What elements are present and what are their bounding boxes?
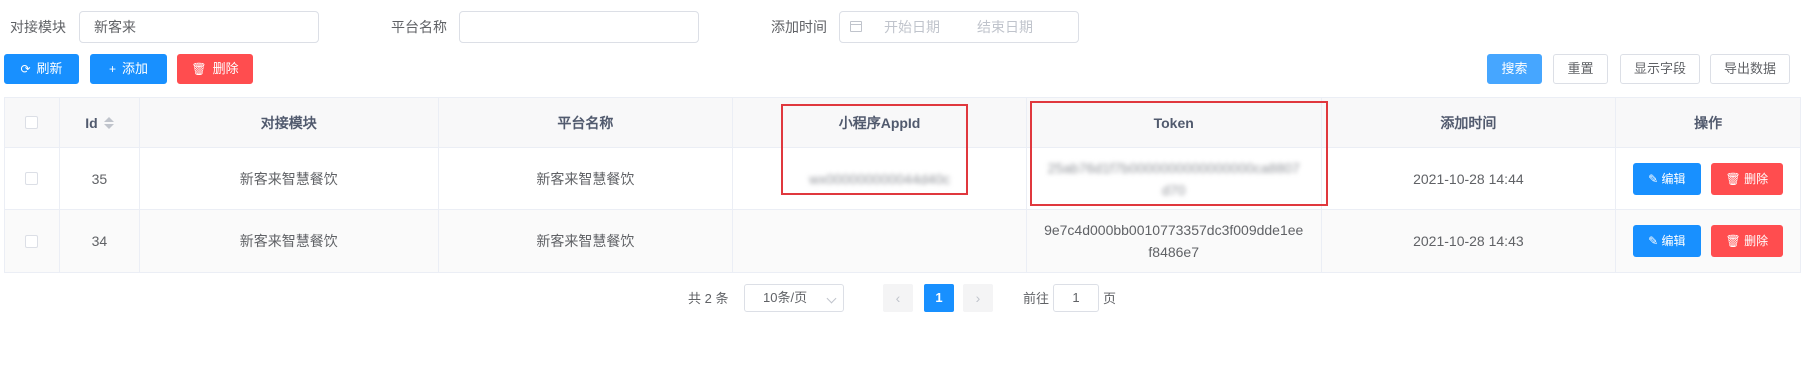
cell-id: 34 — [60, 210, 140, 272]
trash-icon: 🗑 — [1725, 234, 1745, 248]
chevron-down-icon — [826, 293, 837, 304]
export-button[interactable]: 导出数据 — [1710, 54, 1790, 84]
token-value: 9e7c4d000bb0010773357dc3f009dde1eef8486e… — [1044, 222, 1304, 260]
reset-button[interactable]: 重置 — [1553, 54, 1608, 84]
toolbar: ⟳ 刷新 + 添加 🗑 删除 搜索 重置 显示字段 导出数据 — [0, 54, 1813, 86]
delete-button[interactable]: 🗑 删除 — [177, 54, 253, 84]
edit-label: 编辑 — [1661, 234, 1686, 248]
cell-actions: ✎ 编辑 🗑 删除 — [1616, 210, 1800, 272]
refresh-label: 刷新 — [36, 61, 63, 76]
next-page-button[interactable]: › — [963, 284, 993, 312]
cell-time: 2021-10-28 14:44 — [1322, 148, 1617, 209]
header-appid: 小程序AppId — [733, 98, 1027, 147]
row-select-cell[interactable] — [5, 210, 60, 272]
cell-token: 25ab76d1f7b0000000000000000ca8807d70 — [1027, 148, 1322, 209]
row-select-cell[interactable] — [5, 148, 60, 209]
row-checkbox[interactable] — [25, 172, 39, 185]
trash-icon: 🗑 — [1725, 171, 1745, 186]
delete-label: 删除 — [212, 61, 239, 76]
header-select-all[interactable] — [5, 98, 60, 147]
cell-token: 9e7c4d000bb0010773357dc3f009dde1eef8486e… — [1027, 210, 1322, 272]
header-module: 对接模块 — [140, 98, 439, 147]
row-delete-button[interactable]: 🗑 删除 — [1710, 225, 1784, 257]
page-size-select[interactable]: 10条/页 — [744, 284, 844, 312]
edit-button[interactable]: ✎ 编辑 — [1633, 225, 1701, 257]
module-input[interactable]: 新客来 — [79, 11, 319, 43]
cell-appid: wx000000000044d40c — [733, 148, 1027, 209]
cell-time: 2021-10-28 14:43 — [1322, 210, 1617, 272]
page-unit-label: 页 — [1103, 291, 1117, 306]
cell-appid — [733, 210, 1027, 272]
plus-icon: + — [108, 62, 116, 76]
chevron-right-icon: › — [975, 290, 981, 306]
header-time: 添加时间 — [1322, 98, 1617, 147]
goto-page-input[interactable]: 1 — [1053, 284, 1099, 312]
edit-label: 编辑 — [1661, 171, 1686, 186]
row-delete-label: 删除 — [1744, 171, 1769, 186]
header-actions: 操作 — [1694, 114, 1723, 131]
header-token: Token — [1027, 98, 1322, 147]
sort-caret-icon[interactable] — [103, 116, 114, 129]
platform-label: 平台名称 — [391, 19, 447, 35]
module-label: 对接模块 — [10, 19, 66, 35]
table-row: 35 新客来智慧餐饮 新客来智慧餐饮 wx000000000044d40c 25… — [5, 148, 1800, 210]
row-delete-label: 删除 — [1744, 234, 1769, 248]
add-label: 添加 — [122, 61, 149, 76]
time-label: 添加时间 — [771, 19, 827, 35]
header-id-label: Id — [85, 114, 98, 131]
cell-id: 35 — [60, 148, 140, 209]
pencil-icon: ✎ — [1648, 171, 1662, 186]
pagination-total: 共 2 条 — [688, 291, 729, 306]
token-value: 25ab76d1f7b0000000000000000ca8807d70 — [1047, 159, 1300, 198]
cell-platform: 新客来智慧餐饮 — [439, 148, 734, 209]
page-size-value: 10条/页 — [763, 290, 808, 305]
table-header: Id 对接模块 平台名称 小程序AppId Token 添加时间 操作 — [5, 98, 1800, 148]
search-button[interactable]: 搜索 — [1487, 54, 1542, 84]
cell-actions: ✎ 编辑 🗑 删除 — [1616, 148, 1800, 209]
table-row: 34 新客来智慧餐饮 新客来智慧餐饮 9e7c4d000bb0010773357… — [5, 210, 1800, 272]
start-date-input[interactable]: 开始日期 — [884, 12, 940, 42]
page-1-button[interactable]: 1 — [924, 284, 954, 312]
pagination: 共 2 条 10条/页 ‹ 1 › 前往 1 页 — [0, 284, 1813, 314]
data-table: Id 对接模块 平台名称 小程序AppId Token 添加时间 操作 35 新… — [4, 97, 1801, 273]
select-all-checkbox[interactable] — [25, 116, 39, 129]
platform-input[interactable] — [459, 11, 699, 43]
prev-page-button[interactable]: ‹ — [883, 284, 913, 312]
end-date-input[interactable]: 结束日期 — [977, 12, 1033, 42]
date-range-picker[interactable]: 开始日期 结束日期 — [839, 11, 1079, 43]
trash-icon: 🗑 — [191, 62, 207, 76]
appid-value: wx000000000044d40c — [809, 170, 950, 187]
calendar-icon — [850, 21, 862, 32]
cell-module: 新客来智慧餐饮 — [140, 210, 439, 272]
header-platform: 平台名称 — [439, 98, 734, 147]
chevron-left-icon: ‹ — [895, 290, 901, 306]
goto-label: 前往 — [1023, 291, 1050, 306]
row-delete-button[interactable]: 🗑 删除 — [1710, 162, 1784, 195]
cell-platform: 新客来智慧餐饮 — [439, 210, 734, 272]
refresh-button[interactable]: ⟳ 刷新 — [4, 54, 79, 84]
add-button[interactable]: + 添加 — [90, 54, 167, 84]
header-id[interactable]: Id — [60, 98, 140, 147]
show-fields-button[interactable]: 显示字段 — [1620, 54, 1700, 84]
filter-bar: 对接模块 新客来 平台名称 添加时间 开始日期 结束日期 — [0, 11, 1100, 43]
pencil-icon: ✎ — [1648, 234, 1662, 248]
cell-module: 新客来智慧餐饮 — [140, 148, 439, 209]
edit-button[interactable]: ✎ 编辑 — [1633, 162, 1701, 195]
row-checkbox[interactable] — [25, 234, 39, 248]
refresh-icon: ⟳ — [20, 62, 31, 76]
